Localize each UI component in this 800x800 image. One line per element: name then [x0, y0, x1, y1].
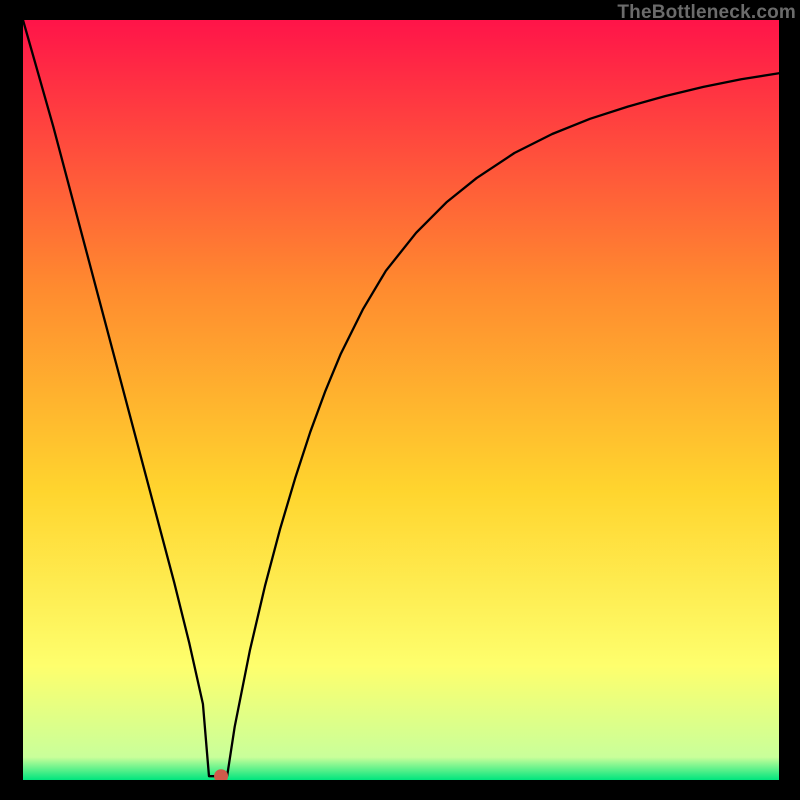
gradient-background [23, 20, 779, 780]
bottleneck-chart [23, 20, 779, 780]
chart-frame: TheBottleneck.com [0, 0, 800, 800]
watermark-label: TheBottleneck.com [617, 2, 796, 24]
